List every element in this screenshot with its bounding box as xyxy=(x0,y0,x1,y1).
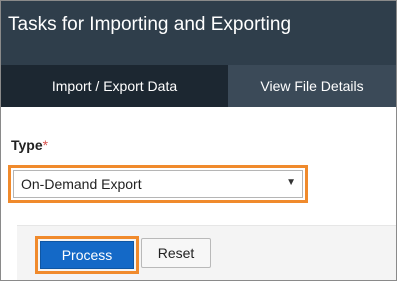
import-export-panel: Tasks for Importing and Exporting Import… xyxy=(0,0,397,281)
process-button-highlight: Process xyxy=(35,236,139,274)
reset-button[interactable]: Reset xyxy=(141,238,211,268)
tab-bar: Import / Export Data View File Details xyxy=(1,65,396,107)
type-select[interactable]: On-Demand Export ▼ xyxy=(13,170,303,198)
tab-view-file-details[interactable]: View File Details xyxy=(228,65,396,107)
tab-import-export-data[interactable]: Import / Export Data xyxy=(1,65,228,107)
required-indicator: * xyxy=(42,137,49,153)
type-select-highlight: On-Demand Export ▼ xyxy=(8,165,308,203)
title-bar: Tasks for Importing and Exporting xyxy=(1,1,396,65)
form-actions: Process Reset xyxy=(17,225,396,280)
type-field-label: Type* xyxy=(11,137,48,153)
process-button[interactable]: Process xyxy=(40,241,134,269)
type-select-value: On-Demand Export xyxy=(21,176,142,192)
type-label-text: Type xyxy=(11,137,43,153)
page-title: Tasks for Importing and Exporting xyxy=(8,14,292,35)
caret-down-icon: ▼ xyxy=(286,177,296,188)
